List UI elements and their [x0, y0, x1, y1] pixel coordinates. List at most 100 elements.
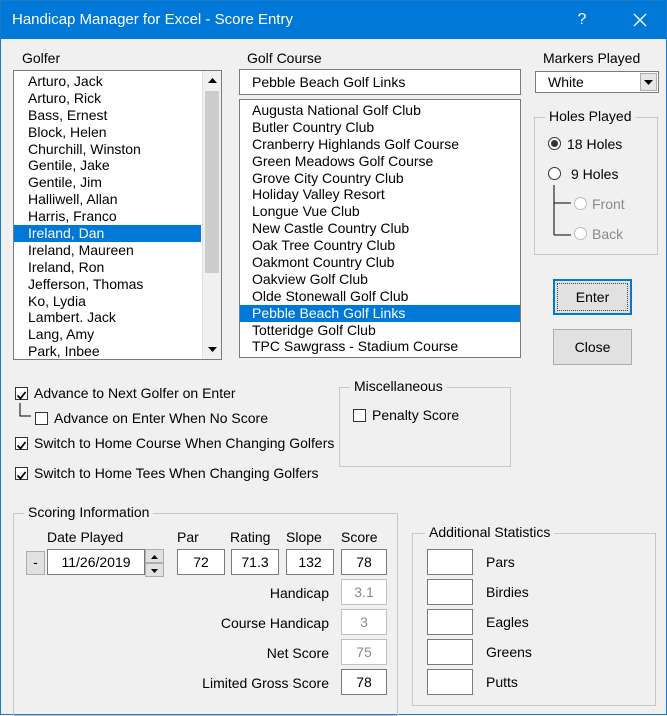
scroll-down-icon [208, 347, 217, 352]
golf-course-list-item[interactable]: New Castle Country Club [240, 220, 520, 237]
switch-course-label: Switch to Home Course When Changing Golf… [34, 435, 335, 451]
limited-gross-label: Limited Gross Score [202, 675, 329, 691]
holes-played-label: Holes Played [545, 108, 636, 124]
stat-label: Eagles [486, 614, 529, 630]
close-button[interactable]: Close [553, 329, 632, 365]
golfer-list-item[interactable]: Block, Helen [14, 124, 201, 141]
scroll-up-button[interactable] [203, 72, 221, 90]
stat-label: Pars [486, 554, 515, 570]
course-handicap-field: 3 [341, 609, 387, 635]
spin-down-button[interactable] [145, 563, 164, 577]
golf-course-input[interactable]: Pebble Beach Golf Links [239, 69, 521, 95]
golfer-list-item[interactable]: Halliwell, Allan [14, 191, 201, 208]
stat-label: Birdies [486, 584, 529, 600]
title-bar: Handicap Manager for Excel - Score Entry… [1, 1, 666, 39]
handicap-field: 3.1 [341, 579, 387, 605]
golf-course-list-item[interactable]: Longue Vue Club [240, 203, 520, 220]
check-icon [16, 471, 27, 480]
score-entry-dialog: Handicap Manager for Excel - Score Entry… [0, 0, 667, 716]
golf-course-list-item[interactable]: Olde Stonewall Golf Club [240, 288, 520, 305]
golf-course-label: Golf Course [247, 50, 322, 66]
limited-gross-field[interactable]: 78 [341, 669, 387, 695]
net-score-field: 75 [341, 639, 387, 665]
radio-9-holes[interactable] [548, 167, 561, 180]
golfer-list-item[interactable]: Gentile, Jake [14, 157, 201, 174]
golfer-list-item[interactable]: Lambert. Jack [14, 309, 201, 326]
advance-checkbox[interactable] [15, 387, 28, 400]
switch-tees-checkbox[interactable] [15, 467, 28, 480]
golf-course-list-item[interactable]: Green Meadows Golf Course [240, 153, 520, 170]
golfer-list-item[interactable]: Churchill, Winston [14, 141, 201, 158]
scroll-thumb[interactable] [205, 91, 219, 273]
chevron-down-icon [644, 80, 653, 85]
date-played-label: Date Played [47, 529, 124, 545]
golf-course-list-item[interactable]: Augusta National Golf Club [240, 102, 520, 119]
golf-course-listbox[interactable]: Augusta National Golf Club Butler Country… [239, 99, 521, 358]
par-label: Par [177, 529, 199, 545]
spin-up-icon [151, 555, 158, 559]
check-icon [16, 391, 27, 400]
tree-connector [19, 403, 31, 417]
golfer-list-item[interactable]: Ko, Lydia [14, 293, 201, 310]
slope-label: Slope [286, 529, 322, 545]
golfer-list-item[interactable]: Arturo, Rick [14, 90, 201, 107]
radio-front[interactable] [574, 197, 587, 210]
dropdown-button[interactable] [640, 73, 657, 91]
scoring-information-label: Scoring Information [24, 504, 154, 520]
close-window-button[interactable] [621, 1, 659, 39]
golfer-list-item[interactable]: Gentile, Jim [14, 174, 201, 191]
help-button[interactable]: ? [569, 1, 595, 39]
advance-no-score-label: Advance on Enter When No Score [54, 410, 269, 426]
spin-up-button[interactable] [145, 549, 164, 563]
minus-button[interactable]: - [26, 551, 45, 575]
golfer-list-item[interactable]: Lang, Amy [14, 326, 201, 343]
golf-course-list-item[interactable]: Cranberry Highlands Golf Course [240, 136, 520, 153]
label-front: Front [592, 196, 625, 212]
golf-course-list-item[interactable]: Pebble Beach Golf Links [240, 304, 520, 322]
golfer-list-item[interactable]: Park, Inbee [14, 343, 201, 359]
radio-18-holes[interactable] [548, 137, 561, 150]
golf-course-list-item[interactable]: Butler Country Club [240, 119, 520, 136]
markers-played-select[interactable]: White [535, 71, 659, 93]
golfer-list-item[interactable]: Bass, Ernest [14, 107, 201, 124]
switch-course-checkbox[interactable] [15, 437, 28, 450]
golfer-listbox[interactable]: Arturo, Jack Arturo, Rick Bass, Ernest Bloc… [13, 70, 222, 360]
golfer-scrollbar[interactable] [202, 71, 221, 359]
golf-course-list-item[interactable]: Grove City Country Club [240, 170, 520, 187]
golf-course-list-item[interactable]: Oakview Golf Club [240, 271, 520, 288]
golfer-list-item[interactable]: Arturo, Jack [14, 73, 201, 90]
stat-input[interactable] [427, 669, 473, 695]
markers-played-value: White [548, 74, 584, 90]
golf-course-list-item[interactable]: TPC Sawgrass - Stadium Course [240, 338, 520, 355]
date-played-input[interactable]: 11/26/2019 [47, 549, 145, 575]
stat-input[interactable] [427, 579, 473, 605]
stat-input[interactable] [427, 639, 473, 665]
stat-input[interactable] [427, 609, 473, 635]
golf-course-list-item[interactable]: Holiday Valley Resort [240, 186, 520, 203]
rating-label: Rating [230, 529, 271, 545]
date-spinner[interactable] [145, 549, 164, 577]
par-input[interactable]: 72 [177, 549, 225, 575]
golf-course-list-item[interactable]: Totteridge Golf Club [240, 322, 520, 339]
golfer-list-item[interactable]: Ireland, Dan [14, 225, 201, 242]
golfer-list-item[interactable]: Ireland, Maureen [14, 242, 201, 259]
miscellaneous-group: Miscellaneous [339, 378, 511, 467]
switch-tees-label: Switch to Home Tees When Changing Golfer… [34, 465, 319, 481]
score-input[interactable]: 78 [341, 549, 387, 575]
golfer-list-item[interactable]: Jefferson, Thomas [14, 276, 201, 293]
advance-no-score-checkbox[interactable] [35, 412, 48, 425]
rating-input[interactable]: 71.3 [231, 549, 279, 575]
penalty-score-checkbox[interactable] [353, 409, 366, 422]
scroll-down-button[interactable] [203, 340, 221, 358]
golfer-list-item[interactable]: Harris, Franco [14, 208, 201, 225]
radio-back[interactable] [574, 227, 587, 240]
stat-input[interactable] [427, 549, 473, 575]
golfer-list-item[interactable]: Ireland, Ron [14, 259, 201, 276]
slope-input[interactable]: 132 [286, 549, 334, 575]
markers-played-label: Markers Played [543, 50, 641, 66]
course-handicap-label: Course Handicap [220, 615, 329, 631]
scroll-up-icon [208, 78, 217, 83]
enter-button[interactable]: Enter [553, 279, 632, 315]
golf-course-list-item[interactable]: Oak Tree Country Club [240, 237, 520, 254]
golf-course-list-item[interactable]: Oakmont Country Club [240, 254, 520, 271]
